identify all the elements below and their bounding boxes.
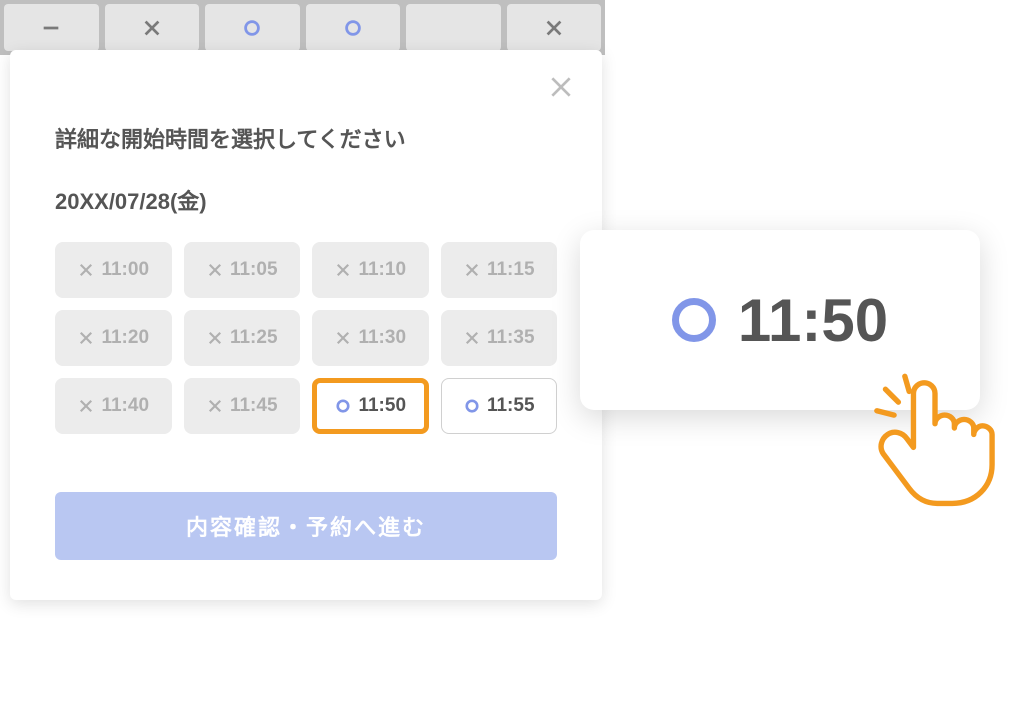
time-slot-1100: 11:00 xyxy=(55,242,172,298)
bg-cell xyxy=(306,4,401,51)
bg-cell xyxy=(205,4,300,51)
time-slot-label: 11:00 xyxy=(101,259,149,281)
time-slot-1150[interactable]: 11:50 xyxy=(312,378,429,434)
time-slot-label: 11:05 xyxy=(230,259,278,281)
time-slot-1105: 11:05 xyxy=(184,242,301,298)
x-icon xyxy=(77,329,95,347)
time-slot-label: 11:40 xyxy=(101,395,149,417)
time-slot-grid: 11:00 11:05 11:10 11:15 11:20 11:25 11:30 11:35… xyxy=(55,242,557,434)
close-icon xyxy=(548,74,574,100)
bg-cell xyxy=(4,4,99,51)
time-slot-1135: 11:35 xyxy=(441,310,558,366)
submit-button[interactable]: 内容確認・予約へ進む xyxy=(55,492,557,560)
time-slot-label: 11:50 xyxy=(358,395,406,417)
time-slot-label: 11:55 xyxy=(487,395,535,417)
time-slot-label: 11:30 xyxy=(358,327,406,349)
close-button[interactable] xyxy=(546,72,576,102)
time-select-modal: 詳細な開始時間を選択してください 20XX/07/28(金) 11:0011:0… xyxy=(10,50,602,600)
bg-cell xyxy=(105,4,200,51)
x-icon xyxy=(206,397,224,415)
circle-icon xyxy=(672,298,716,342)
time-slot-label: 11:15 xyxy=(487,259,535,281)
time-slot-1115: 11:15 xyxy=(441,242,558,298)
time-slot-1110: 11:10 xyxy=(312,242,429,298)
time-slot-1130: 11:30 xyxy=(312,310,429,366)
x-icon xyxy=(77,397,95,415)
x-icon xyxy=(463,329,481,347)
time-slot-1145: 11:45 xyxy=(184,378,301,434)
modal-title: 詳細な開始時間を選択してください xyxy=(55,122,557,154)
time-slot-label: 11:10 xyxy=(358,259,406,281)
modal-date: 20XX/07/28(金) xyxy=(55,184,557,216)
time-slot-label: 11:45 xyxy=(230,395,278,417)
x-icon xyxy=(463,261,481,279)
time-slot-1120: 11:20 xyxy=(55,310,172,366)
circle-icon xyxy=(334,397,352,415)
circle-icon xyxy=(463,397,481,415)
x-icon xyxy=(334,261,352,279)
time-slot-label: 11:25 xyxy=(230,327,278,349)
bg-cell xyxy=(507,4,602,51)
time-slot-1140: 11:40 xyxy=(55,378,172,434)
x-icon xyxy=(206,261,224,279)
time-slot-label: 11:20 xyxy=(101,327,149,349)
time-slot-label: 11:35 xyxy=(487,327,535,349)
x-icon xyxy=(334,329,352,347)
background-availability-row xyxy=(0,0,605,55)
x-icon xyxy=(206,329,224,347)
bg-cell xyxy=(406,4,501,51)
hand-pointer-icon xyxy=(870,372,1000,512)
time-slot-1155[interactable]: 11:55 xyxy=(441,378,558,434)
x-icon xyxy=(77,261,95,279)
time-slot-1125: 11:25 xyxy=(184,310,301,366)
zoom-time-label: 11:50 xyxy=(738,286,888,355)
